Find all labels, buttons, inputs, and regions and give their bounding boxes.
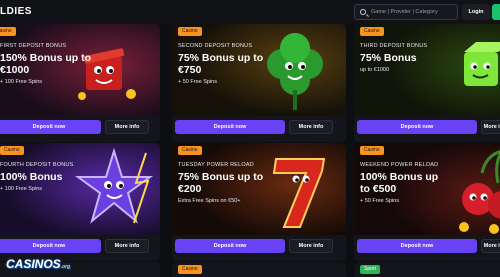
promo-kicker: WEEKEND POWER RELOAD <box>360 162 439 168</box>
search-input[interactable]: Game | Provider | Category <box>354 4 458 20</box>
more-info-button[interactable]: More info <box>105 120 149 134</box>
promo-headline: 100% Bonus up to €500 <box>360 171 439 195</box>
category-tag: Casino <box>0 146 24 155</box>
logo-suffix: .org <box>60 264 71 270</box>
signup-button[interactable] <box>492 4 500 20</box>
promo-card-tuesday-reload: Casino TUESDAY POWER RELOAD 75% Bonus up… <box>172 143 346 261</box>
category-tag: Casino <box>360 27 384 36</box>
more-info-button[interactable]: More info <box>289 120 333 134</box>
promo-sub: + 100 Free Spins <box>0 186 43 192</box>
promo-card-partial: Sport <box>354 262 500 277</box>
promo-kicker: TUESDAY POWER RELOAD <box>178 162 254 168</box>
promo-card-partial: Casino <box>172 262 346 277</box>
promo-headline: 75% Bonus <box>360 52 417 64</box>
promo-card-second-deposit: Casino SECOND DEPOSIT BONUS 75% Bonus up… <box>172 24 346 142</box>
sport-tag: Sport <box>360 265 380 274</box>
deposit-now-button[interactable]: Deposit now <box>0 239 101 253</box>
deposit-now-button[interactable]: Deposit now <box>175 239 285 253</box>
category-tag: Casino <box>178 265 202 274</box>
promo-kicker: FIRST DEPOSIT BONUS <box>0 43 67 49</box>
promo-kicker: SECOND DEPOSIT BONUS <box>178 43 253 49</box>
promo-sub: Extra Free Spins on €50+ <box>178 198 241 204</box>
more-info-button[interactable]: More info <box>105 239 149 253</box>
brand-name[interactable]: LDIES <box>0 6 32 17</box>
promo-card-first-deposit: Casino FIRST DEPOSIT BONUS 150% Bonus up… <box>0 24 160 142</box>
promo-card-weekend-reload: Casino WEEKEND POWER RELOAD 100% Bonus u… <box>354 143 500 261</box>
promo-sub: + 50 Free Spins <box>178 79 217 85</box>
deposit-now-button[interactable]: Deposit now <box>357 120 477 134</box>
login-button[interactable]: Login <box>462 4 490 20</box>
search-icon <box>360 9 366 15</box>
more-info-button[interactable]: More info <box>289 239 333 253</box>
casinos-org-logo: CASINOS.org <box>6 257 70 271</box>
promo-headline: 150% Bonus up to €1000 <box>0 52 92 76</box>
deposit-now-button[interactable]: Deposit now <box>175 120 285 134</box>
promo-headline: 75% Bonus up to €750 <box>178 52 264 76</box>
promo-card-third-deposit: Casino THIRD DEPOSIT BONUS 75% Bonus up … <box>354 24 500 142</box>
promo-sub: + 100 Free Spins <box>0 79 43 85</box>
promo-sub: up to €1000 <box>360 67 390 73</box>
search-placeholder: Game | Provider | Category <box>371 9 438 15</box>
more-info-button[interactable]: More info <box>481 239 500 253</box>
promo-headline: 75% Bonus up to €200 <box>178 171 264 195</box>
more-info-button[interactable]: More info <box>481 120 500 134</box>
deposit-now-button[interactable]: Deposit now <box>357 239 477 253</box>
promo-headline: 100% Bonus <box>0 171 63 183</box>
promo-kicker: THIRD DEPOSIT BONUS <box>360 43 428 49</box>
top-header: LDIES Game | Provider | Category Login <box>0 0 500 24</box>
logo-text: CASINOS <box>6 257 61 271</box>
promo-card-fourth-deposit: Casino FOURTH DEPOSIT BONUS 100% Bonus +… <box>0 143 160 261</box>
promo-sub: + 50 Free Spins <box>360 198 399 204</box>
category-tag: Casino <box>178 27 202 36</box>
category-tag: Casino <box>178 146 202 155</box>
deposit-now-button[interactable]: Deposit now <box>0 120 101 134</box>
promo-kicker: FOURTH DEPOSIT BONUS <box>0 162 74 168</box>
category-tag: Casino <box>360 146 384 155</box>
category-tag: Casino <box>0 27 16 36</box>
